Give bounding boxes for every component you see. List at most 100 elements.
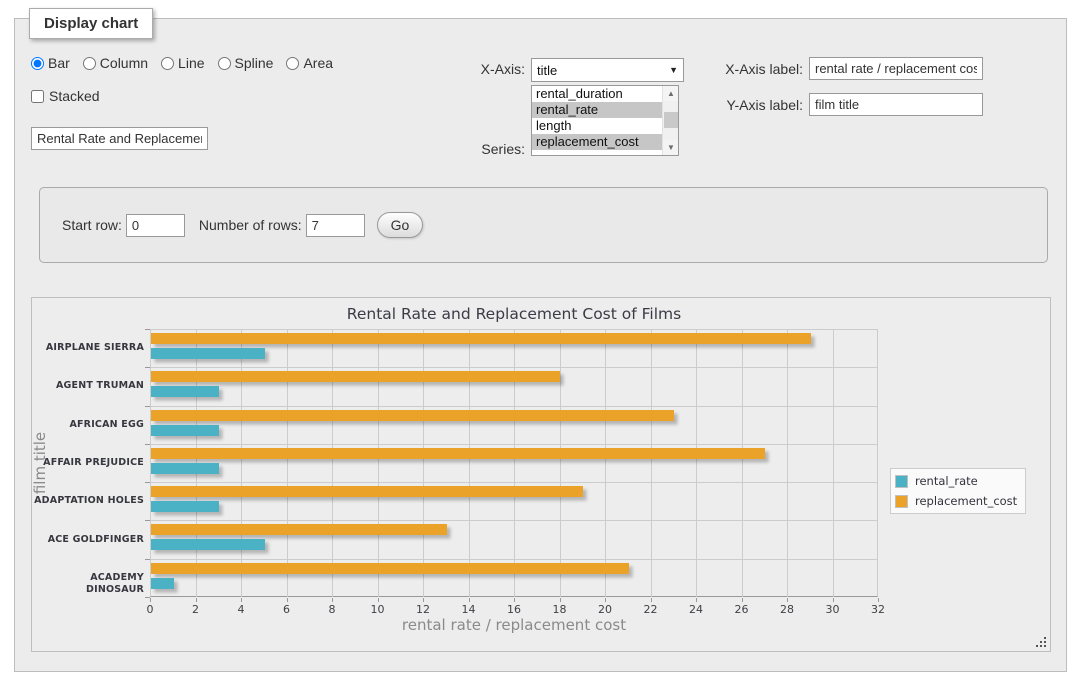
x-tick-mark bbox=[833, 598, 834, 602]
x-tick-label: 0 bbox=[135, 603, 165, 616]
gridline-horizontal bbox=[151, 482, 878, 483]
y-category-label: AIRPLANE SIERRA bbox=[34, 342, 144, 354]
chart-type-option-bar[interactable]: Bar bbox=[31, 55, 70, 71]
y-category-label: AFRICAN EGG bbox=[34, 419, 144, 431]
x-axis-selected-value: title bbox=[537, 63, 557, 78]
x-tick-mark bbox=[605, 598, 606, 602]
start-row-label: Start row: bbox=[62, 217, 122, 233]
legend-swatch-replacement_cost bbox=[895, 495, 908, 508]
x-tick-mark bbox=[787, 598, 788, 602]
series-label: Series: bbox=[435, 141, 525, 157]
bar-replacement_cost bbox=[151, 563, 629, 574]
x-tick-label: 14 bbox=[454, 603, 484, 616]
scroll-down-icon[interactable]: ▼ bbox=[663, 140, 679, 155]
x-axis-select[interactable]: title ▼ bbox=[531, 58, 684, 82]
line-radio-label: Line bbox=[178, 55, 204, 71]
chart-type-option-column[interactable]: Column bbox=[83, 55, 148, 71]
y-tick-mark bbox=[145, 520, 150, 521]
x-tick-mark bbox=[742, 598, 743, 602]
gridline-vertical bbox=[241, 329, 242, 597]
area-radio[interactable] bbox=[286, 57, 299, 70]
gridline-horizontal bbox=[151, 520, 878, 521]
gridline-horizontal bbox=[151, 367, 878, 368]
gridline-vertical bbox=[423, 329, 424, 597]
series-option-length[interactable]: length bbox=[532, 118, 678, 134]
chart-title-input[interactable] bbox=[31, 127, 208, 150]
chart-type-option-area[interactable]: Area bbox=[286, 55, 333, 71]
area-radio-label: Area bbox=[303, 55, 333, 71]
bar-rental_rate bbox=[151, 578, 174, 589]
y-category-label: ACE GOLDFINGER bbox=[34, 534, 144, 546]
bar-replacement_cost bbox=[151, 486, 583, 497]
x-tick-mark bbox=[196, 598, 197, 602]
spline-radio[interactable] bbox=[218, 57, 231, 70]
bar-rental_rate bbox=[151, 348, 265, 359]
x-tick-label: 28 bbox=[772, 603, 802, 616]
gridline-vertical bbox=[833, 329, 834, 597]
y-category-label: ADAPTATION HOLES bbox=[34, 495, 144, 507]
x-tick-mark bbox=[423, 598, 424, 602]
series-listbox[interactable]: rental_duration rental_rate length repla… bbox=[531, 85, 679, 156]
chart-title: Rental Rate and Replacement Cost of Film… bbox=[150, 305, 878, 323]
series-option-rental-rate[interactable]: rental_rate bbox=[532, 102, 678, 118]
x-axis-label-input[interactable] bbox=[809, 57, 983, 80]
bar-rental_rate bbox=[151, 425, 219, 436]
gridline-vertical bbox=[605, 329, 606, 597]
listbox-scrollbar[interactable]: ▲ ▼ bbox=[662, 86, 678, 155]
x-tick-mark bbox=[696, 598, 697, 602]
bar-replacement_cost bbox=[151, 333, 811, 344]
bar-replacement_cost bbox=[151, 448, 765, 459]
x-tick-mark bbox=[378, 598, 379, 602]
gridline-vertical bbox=[651, 329, 652, 597]
x-tick-label: 10 bbox=[363, 603, 393, 616]
x-tick-mark bbox=[332, 598, 333, 602]
y-tick-mark bbox=[145, 444, 150, 445]
chart-type-option-line[interactable]: Line bbox=[161, 55, 204, 71]
bar-rental_rate bbox=[151, 539, 265, 550]
gridline-vertical bbox=[332, 329, 333, 597]
bar-replacement_cost bbox=[151, 371, 560, 382]
x-tick-label: 6 bbox=[272, 603, 302, 616]
legend-label: replacement_cost bbox=[915, 494, 1017, 508]
resize-grip-icon[interactable] bbox=[1036, 637, 1047, 648]
series-option-replacement-cost[interactable]: replacement_cost bbox=[532, 134, 678, 150]
stacked-checkbox[interactable] bbox=[31, 90, 44, 103]
y-tick-mark bbox=[145, 482, 150, 483]
column-radio-label: Column bbox=[100, 55, 148, 71]
stacked-checkbox-row[interactable]: Stacked bbox=[31, 88, 100, 104]
x-axis-title: rental rate / replacement cost bbox=[150, 616, 878, 634]
gridline-vertical bbox=[287, 329, 288, 597]
bar-rental_rate bbox=[151, 386, 219, 397]
gridline-vertical bbox=[514, 329, 515, 597]
fieldset-legend: Display chart bbox=[29, 8, 153, 39]
stacked-label: Stacked bbox=[49, 88, 100, 104]
go-button[interactable]: Go bbox=[377, 212, 424, 238]
x-tick-mark bbox=[241, 598, 242, 602]
gridline-vertical bbox=[742, 329, 743, 597]
number-of-rows-input[interactable] bbox=[306, 214, 365, 237]
y-axis-label-input[interactable] bbox=[809, 93, 983, 116]
bar-radio[interactable] bbox=[31, 57, 44, 70]
display-chart-fieldset: Display chart Bar Column Line Spline Are… bbox=[14, 18, 1067, 672]
chart-type-radio-group: Bar Column Line Spline Area bbox=[31, 55, 333, 71]
x-tick-mark bbox=[287, 598, 288, 602]
start-row-input[interactable] bbox=[126, 214, 185, 237]
chart-type-option-spline[interactable]: Spline bbox=[218, 55, 274, 71]
chart-container: Rental Rate and Replacement Cost of Film… bbox=[31, 297, 1051, 652]
scroll-up-icon[interactable]: ▲ bbox=[663, 86, 679, 101]
x-tick-mark bbox=[150, 598, 151, 602]
line-radio[interactable] bbox=[161, 57, 174, 70]
bar-radio-label: Bar bbox=[48, 55, 70, 71]
y-tick-mark bbox=[145, 559, 150, 560]
column-radio[interactable] bbox=[83, 57, 96, 70]
x-tick-label: 26 bbox=[727, 603, 757, 616]
gridline-vertical bbox=[469, 329, 470, 597]
scrollbar-thumb[interactable] bbox=[664, 112, 678, 128]
x-tick-label: 12 bbox=[408, 603, 438, 616]
y-tick-mark bbox=[145, 367, 150, 368]
gridline-horizontal bbox=[151, 406, 878, 407]
series-option-rental-duration[interactable]: rental_duration bbox=[532, 86, 678, 102]
x-tick-label: 22 bbox=[636, 603, 666, 616]
chart-legend: rental_ratereplacement_cost bbox=[890, 468, 1026, 514]
x-tick-label: 18 bbox=[545, 603, 575, 616]
